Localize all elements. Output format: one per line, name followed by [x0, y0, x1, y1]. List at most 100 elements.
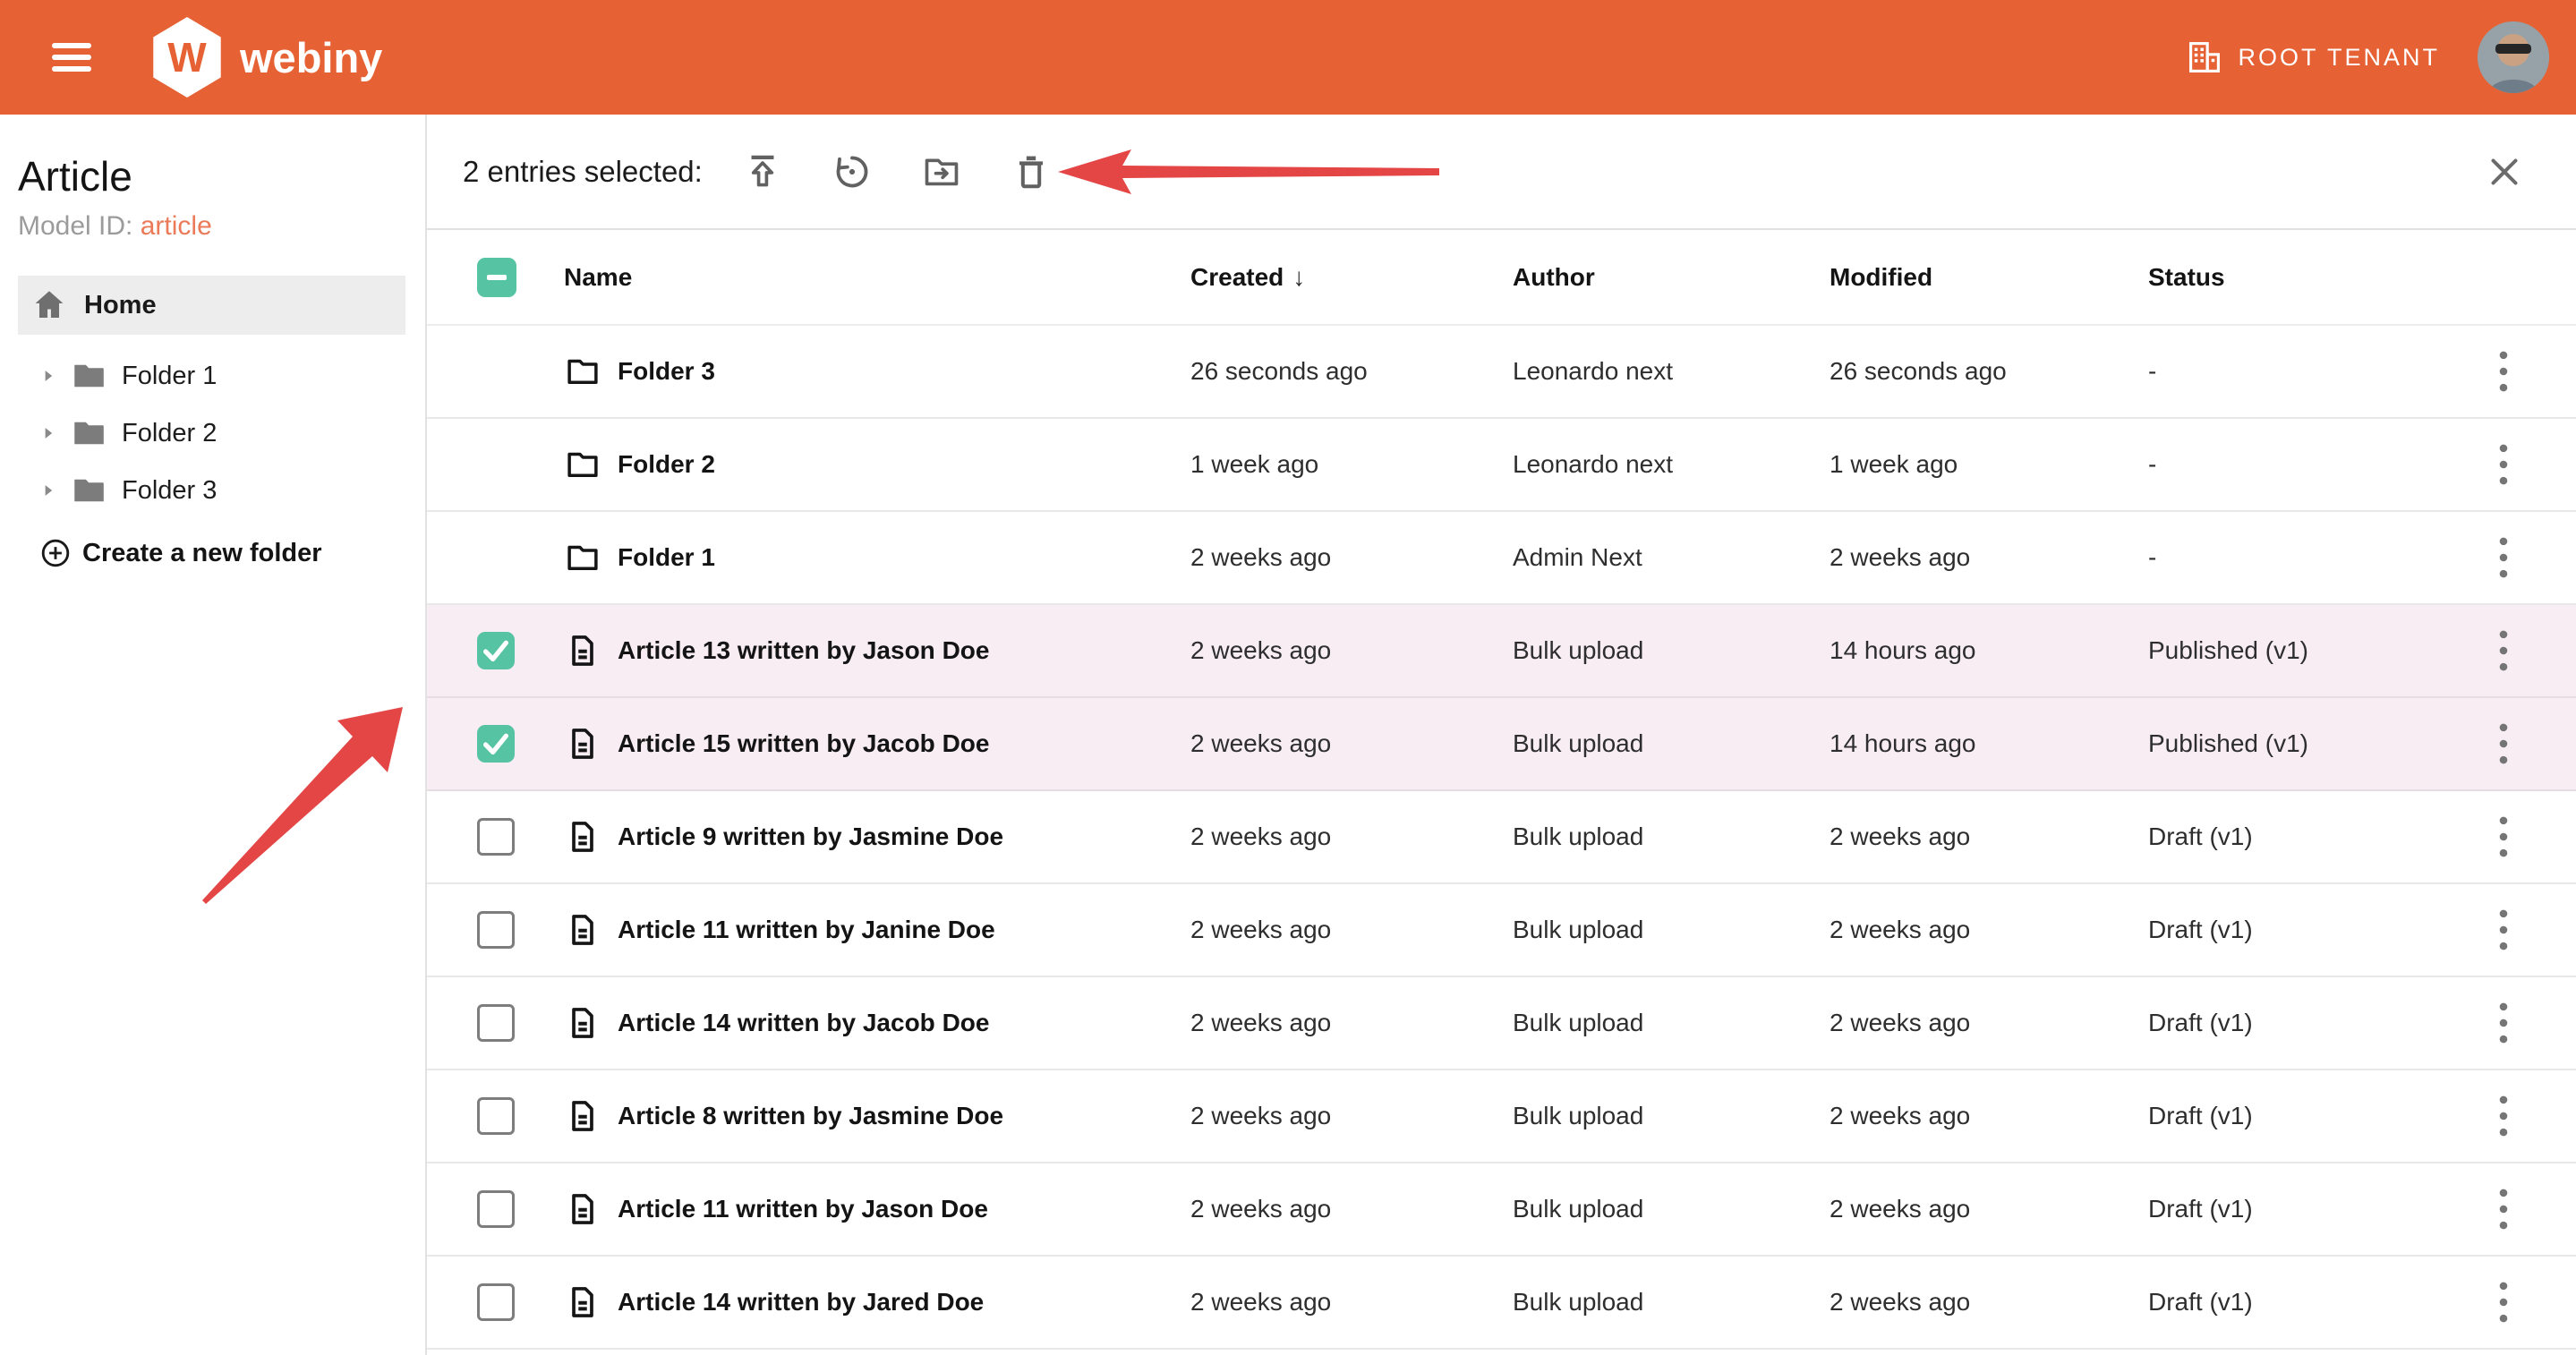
row-author: Leonardo next [1513, 450, 1830, 479]
row-status: Published (v1) [2148, 636, 2463, 665]
select-all-checkbox[interactable] [477, 258, 516, 297]
row-author: Bulk upload [1513, 1009, 1830, 1037]
row-menu-kebab-icon[interactable] [2486, 1091, 2521, 1141]
row-checkbox-checked[interactable] [477, 632, 515, 669]
row-menu-kebab-icon[interactable] [2486, 626, 2521, 676]
table-row[interactable]: Folder 326 seconds agoLeonardo next26 se… [427, 326, 2576, 419]
table-row[interactable]: Article 15 written by Jacob Doe2 weeks a… [427, 698, 2576, 791]
row-checkbox-checked[interactable] [477, 725, 515, 763]
column-header-modified[interactable]: Modified [1830, 263, 2148, 292]
row-menu-kebab-icon[interactable] [2486, 439, 2521, 490]
top-bar: W webiny ROOT TENANT [0, 0, 2576, 115]
delete-button[interactable] [1011, 151, 1052, 192]
row-created: 26 seconds ago [1190, 357, 1513, 386]
table-row[interactable]: Article 14 written by Jared Doe2 weeks a… [427, 1257, 2576, 1350]
row-author: Bulk upload [1513, 1102, 1830, 1130]
create-folder-button[interactable]: Create a new folder [18, 537, 425, 569]
tenant-label: ROOT TENANT [2238, 44, 2440, 72]
row-status: - [2148, 543, 2463, 572]
sidebar-item-folder-3[interactable]: Folder 3 [18, 462, 425, 519]
row-menu-kebab-icon[interactable] [2486, 812, 2521, 862]
row-checkbox[interactable] [477, 1004, 515, 1042]
table-row[interactable]: Article 9 written by Jasmine Doe2 weeks … [427, 791, 2576, 884]
row-menu-kebab-icon[interactable] [2486, 905, 2521, 955]
hamburger-menu-icon[interactable] [52, 43, 91, 72]
sidebar-item-folder-2[interactable]: Folder 2 [18, 405, 425, 462]
document-icon [564, 725, 601, 763]
model-id: Model ID: article [18, 211, 425, 242]
document-icon [564, 632, 601, 669]
chevron-right-icon[interactable] [39, 424, 57, 442]
row-author: Bulk upload [1513, 729, 1830, 758]
row-author: Leonardo next [1513, 357, 1830, 386]
row-modified: 2 weeks ago [1830, 1195, 2148, 1223]
home-icon [30, 286, 68, 324]
close-selection-icon[interactable] [2486, 154, 2522, 190]
table-row[interactable]: Article 11 written by Jason Doe2 weeks a… [427, 1163, 2576, 1257]
row-status: - [2148, 357, 2463, 386]
table-row[interactable]: Article 13 written by Jason Doe 2 weeks a… [427, 605, 2576, 698]
document-icon [564, 911, 601, 949]
folder-icon [70, 472, 107, 509]
row-menu-kebab-icon[interactable] [2486, 1184, 2521, 1234]
row-menu-kebab-icon[interactable] [2486, 346, 2521, 396]
table-row[interactable]: Folder 12 weeks agoAdmin Next2 weeks ago… [427, 512, 2576, 605]
folder-label: Folder 3 [122, 476, 217, 506]
page-title: Article [18, 152, 425, 200]
row-modified: 2 weeks ago [1830, 1009, 2148, 1037]
plus-circle-icon [39, 537, 72, 569]
row-checkbox[interactable] [477, 1190, 515, 1228]
user-avatar[interactable] [2478, 21, 2549, 93]
row-name: Article 11 written by Janine Doe [618, 916, 995, 944]
model-id-value[interactable]: article [141, 211, 212, 241]
row-created: 2 weeks ago [1190, 1195, 1513, 1223]
create-folder-label: Create a new folder [82, 539, 322, 568]
webiny-logo[interactable]: W webiny [150, 17, 382, 98]
row-name: Article 13 written by Jason Doe [618, 636, 989, 665]
chevron-right-icon[interactable] [39, 367, 57, 385]
table-row[interactable]: Article 8 written by Jasmine Doe2 weeks … [427, 1070, 2576, 1163]
column-header-created[interactable]: Created↓ [1190, 263, 1513, 292]
row-created: 2 weeks ago [1190, 636, 1513, 665]
table-row[interactable]: Folder 21 week agoLeonardo next1 week ag… [427, 419, 2576, 512]
row-created: 2 weeks ago [1190, 822, 1513, 851]
row-author: Bulk upload [1513, 822, 1830, 851]
sidebar-item-home[interactable]: Home [18, 276, 405, 335]
table-header: Name Created↓ Author Modified Status [427, 230, 2576, 326]
row-menu-kebab-icon[interactable] [2486, 1277, 2521, 1327]
row-status: Draft (v1) [2148, 916, 2463, 944]
row-status: Draft (v1) [2148, 1195, 2463, 1223]
row-checkbox[interactable] [477, 1097, 515, 1135]
row-created: 2 weeks ago [1190, 729, 1513, 758]
move-to-folder-button[interactable] [921, 151, 962, 192]
column-header-name[interactable]: Name [534, 263, 1190, 292]
row-modified: 2 weeks ago [1830, 916, 2148, 944]
row-author: Admin Next [1513, 543, 1830, 572]
column-header-author[interactable]: Author [1513, 263, 1830, 292]
row-checkbox[interactable] [477, 818, 515, 856]
row-menu-kebab-icon[interactable] [2486, 533, 2521, 583]
sort-descending-icon: ↓ [1292, 263, 1305, 291]
table-row[interactable]: Article 14 written by Jacob Doe 2 weeks a… [427, 977, 2576, 1070]
row-name: Article 14 written by Jacob Doe [618, 1009, 989, 1037]
document-icon [564, 1097, 601, 1135]
tenant-selector[interactable]: ROOT TENANT [2186, 38, 2440, 76]
row-status: Draft (v1) [2148, 1288, 2463, 1317]
row-menu-kebab-icon[interactable] [2486, 719, 2521, 769]
row-status: Published (v1) [2148, 729, 2463, 758]
document-icon [564, 1190, 601, 1228]
row-created: 2 weeks ago [1190, 1102, 1513, 1130]
chevron-right-icon[interactable] [39, 481, 57, 499]
restore-revision-button[interactable] [832, 151, 873, 192]
row-status: Draft (v1) [2148, 1009, 2463, 1037]
row-created: 2 weeks ago [1190, 543, 1513, 572]
entries-panel: 2 entries selected: [427, 115, 2576, 1355]
row-checkbox[interactable] [477, 1283, 515, 1321]
row-menu-kebab-icon[interactable] [2486, 998, 2521, 1048]
table-row[interactable]: Article 11 written by Janine Doe 2 weeks … [427, 884, 2576, 977]
publish-button[interactable] [742, 151, 783, 192]
row-checkbox[interactable] [477, 911, 515, 949]
sidebar-item-folder-1[interactable]: Folder 1 [18, 347, 425, 405]
row-modified: 2 weeks ago [1830, 543, 2148, 572]
column-header-status[interactable]: Status [2148, 263, 2463, 292]
